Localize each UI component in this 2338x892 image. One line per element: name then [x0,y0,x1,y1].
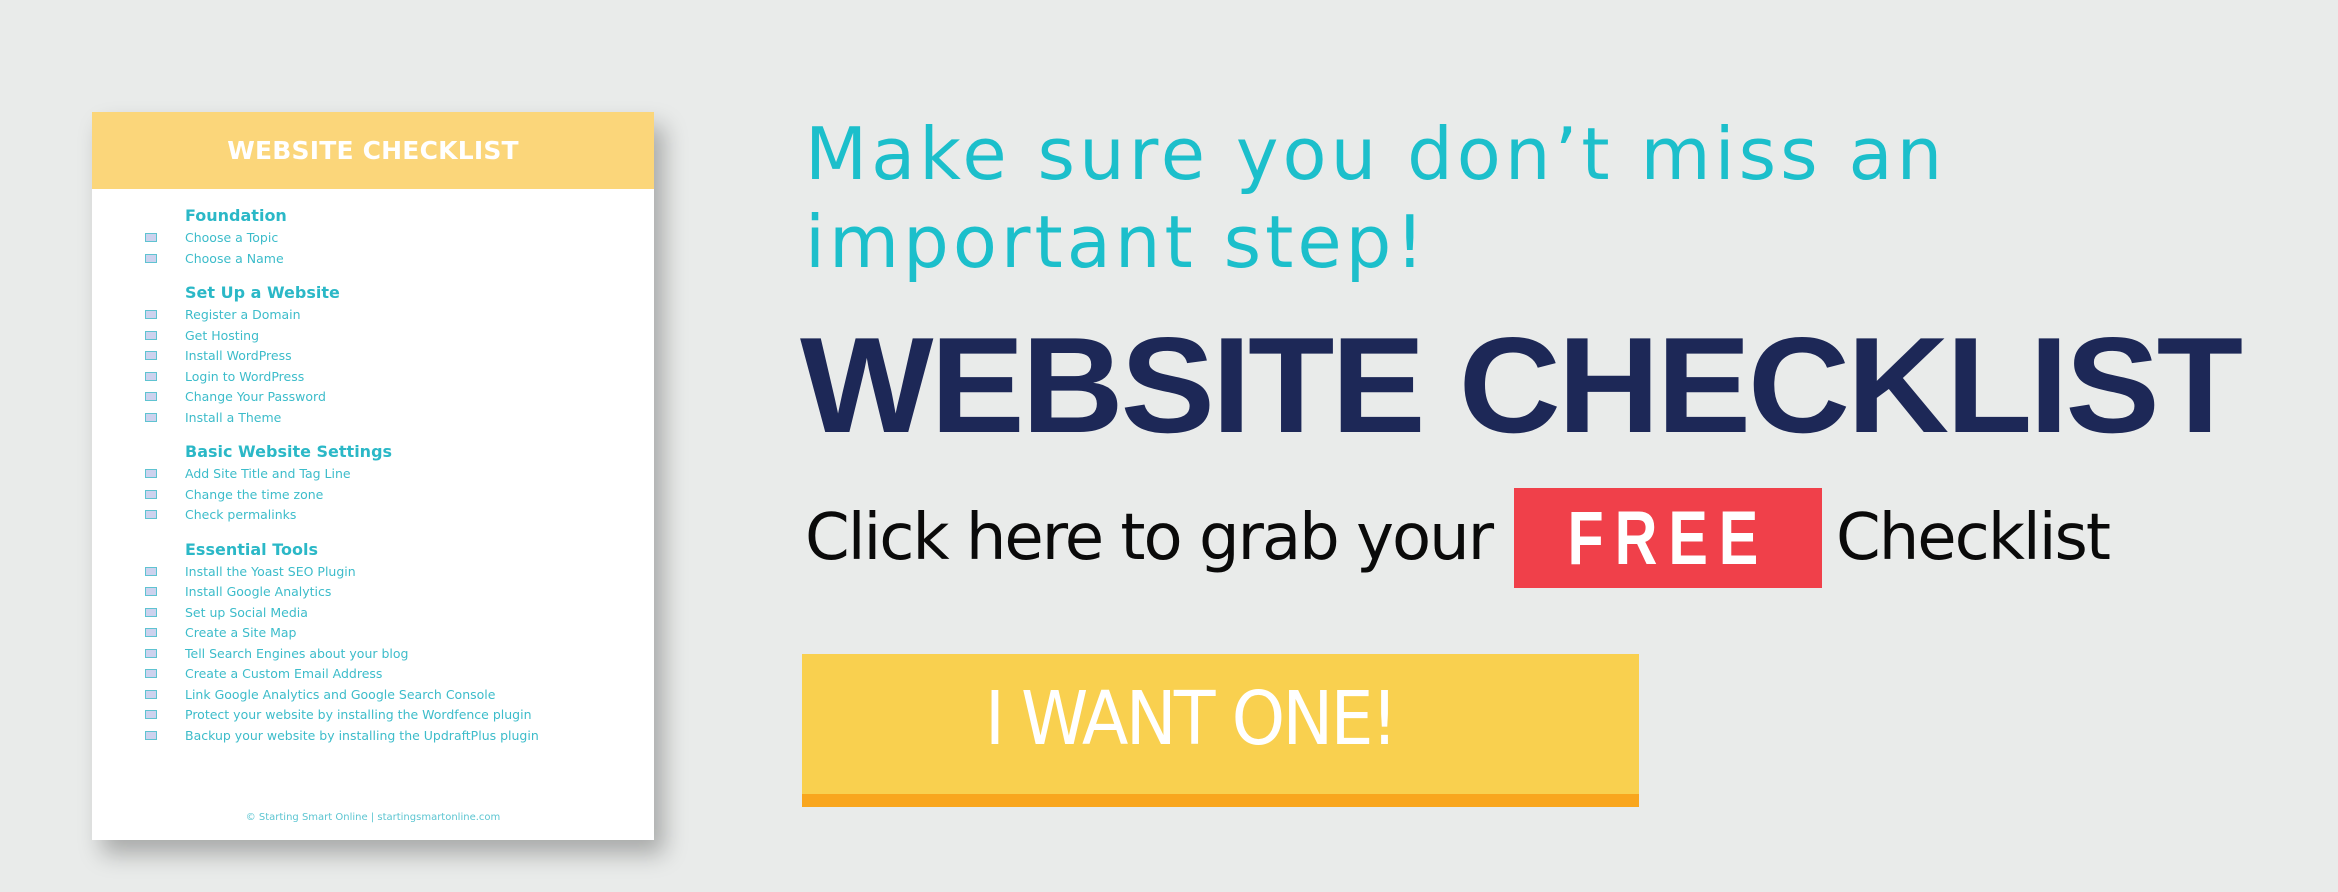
checklist-item-label: Register a Domain [185,307,301,322]
checklist-item-label: Install WordPress [185,348,292,363]
square-checkbox-icon [145,566,157,576]
square-checkbox-icon [145,330,157,340]
checklist-sections: Foundation Choose a Topic Choose a Name Set… [92,204,654,758]
square-checkbox-icon [145,412,157,422]
checklist-item-label: Choose a Name [185,250,284,266]
square-checkbox-icon [145,587,157,596]
tagline-line-2: important step! [805,200,1429,284]
checklist-item-label: Set up Social Media [185,604,308,620]
square-checkbox-icon [145,689,157,699]
checklist-item-label: Install a Theme [185,409,282,425]
checklist-item: Change Your Password [92,387,654,408]
square-checkbox-icon [145,489,157,499]
tagline-line-1: Make sure you don’t miss an [805,112,1947,196]
square-checkbox-icon [145,669,157,678]
checklist-item-label: Backup your website by installing the Up… [185,727,539,743]
checklist-section-title: Foundation [185,206,287,225]
square-checkbox-icon [145,710,157,719]
checklist-item: Login to WordPress [92,367,654,388]
checklist-item: Install the Yoast SEO Plugin [92,562,654,583]
square-checkbox-icon [145,253,157,263]
checklist-item: Install WordPress [92,346,654,367]
checklist-item-label: Get Hosting [185,327,260,343]
checklist-item-label: Create a Site Map [185,625,297,640]
checklist-section: Foundation Choose a Topic Choose a Name [92,204,654,269]
square-checkbox-icon [145,607,157,617]
checklist-header: WEBSITE CHECKLIST [92,112,654,189]
checklist-item: Create a Custom Email Address [92,664,654,685]
checklist-item-label: Install the Yoast SEO Plugin [185,563,356,579]
checklist-item: Choose a Name [92,249,654,270]
checklist-item: Add Site Title and Tag Line [92,464,654,485]
cta-line[interactable]: Click here to grab your FREE Checklist [805,488,2111,588]
checklist-item-label: Create a Custom Email Address [185,666,383,681]
square-checkbox-icon [145,392,157,401]
cta-prefix: Click here to grab your [805,501,1494,575]
checklist-item: Link Google Analytics and Google Search … [92,685,654,706]
square-checkbox-icon [145,310,157,319]
square-checkbox-icon [145,510,157,519]
square-checkbox-icon [145,371,157,381]
square-checkbox-icon [145,730,157,740]
checklist-item-label: Add Site Title and Tag Line [185,466,351,481]
page-title: WEBSITE CHECKLIST [800,309,2243,461]
square-checkbox-icon [145,469,157,478]
checklist-item: Choose a Topic [92,228,654,249]
checklist-section: Basic Website Settings Add Site Title and… [92,440,654,526]
checklist-item-label: Protect your website by installing the W… [185,707,532,722]
checklist-item: Tell Search Engines about your blog [92,644,654,665]
checklist-item: Backup your website by installing the Up… [92,726,654,747]
checklist-section-title: Essential Tools [185,539,318,559]
checklist-section-title: Basic Website Settings [185,442,393,461]
checklist-item-label: Tell Search Engines about your blog [185,645,409,661]
i-want-one-button-label: I WANT ONE! [985,676,1398,762]
square-checkbox-icon [145,648,157,658]
checklist-item-label: Install Google Analytics [185,584,332,599]
square-checkbox-icon [145,351,157,360]
square-checkbox-icon [145,233,157,242]
checklist-item: Check permalinks [92,505,654,526]
checklist-item: Change the time zone [92,485,654,506]
i-want-one-button[interactable]: I WANT ONE! [802,654,1639,807]
checklist-item-label: Change the time zone [185,486,324,502]
checklist-item: Install a Theme [92,408,654,429]
free-badge-label: FREE [1567,495,1769,581]
checklist-item: Set up Social Media [92,603,654,624]
square-checkbox-icon [145,628,157,637]
checklist-section: Set Up a Website Register a Domain Get Hos… [92,281,654,428]
checklist-item: Get Hosting [92,326,654,347]
checklist-item-label: Login to WordPress [185,368,305,384]
checklist-footer: © Starting Smart Online | startingsmarto… [245,812,501,823]
checklist-item: Create a Site Map [92,623,654,644]
checklist-item-label: Choose a Topic [185,230,279,245]
checklist-section: Essential Tools Install the Yoast SEO Plu… [92,538,654,747]
checklist-item: Protect your website by installing the W… [92,705,654,726]
cta-suffix: Checklist [1836,501,2111,575]
checklist-section-title: Set Up a Website [185,283,340,302]
checklist-item: Register a Domain [92,305,654,326]
checklist-item-label: Change Your Password [185,389,326,404]
checklist-preview-card[interactable]: WEBSITE CHECKLIST Foundation Choose a Top… [92,112,654,840]
free-badge: FREE [1514,488,1823,588]
checklist-header-title: WEBSITE CHECKLIST [227,136,519,165]
checklist-item-label: Check permalinks [185,507,297,522]
tagline: Make sure you don’t miss an important st… [805,110,2205,286]
checklist-item-label: Link Google Analytics and Google Search … [185,686,496,702]
checklist-item: Install Google Analytics [92,582,654,603]
